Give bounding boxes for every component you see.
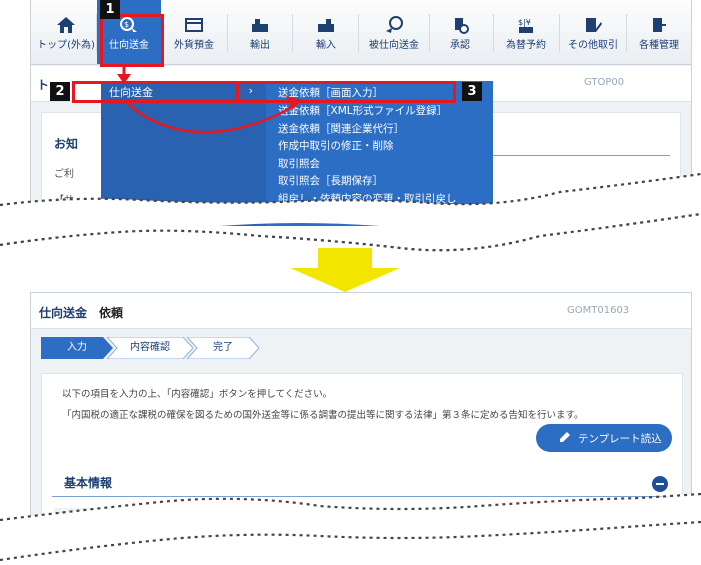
instruction-text: 以下の項目を入力の上、「内容確認」ボタンを押してください。 [62, 389, 333, 400]
manual-page: トップ(外為) $ 仕向送金 外貨預金 輸出 輸入 被仕向送金 承認 $|¥ 為… [0, 0, 701, 565]
step-complete: 完了 [187, 337, 259, 359]
notice-text: 【サ [54, 195, 74, 206]
svg-text:$|¥: $|¥ [518, 18, 531, 27]
nav-label: 外貨預金 [174, 40, 214, 51]
nav-item-export[interactable]: 輸出 [231, 0, 289, 64]
nav-item-fx-contract[interactable]: $|¥ 為替予約 [495, 0, 557, 64]
home-icon [57, 17, 75, 33]
nav-item-incoming-remittance[interactable]: 被仕向送金 [362, 0, 426, 64]
menu-item-transaction-inquiry[interactable]: 取引照会 [278, 156, 320, 171]
deposit-icon [185, 18, 203, 32]
nav-label: 輸入 [316, 40, 336, 51]
highlight-menu-category [72, 81, 239, 103]
page-header: 仕向送金 依頼 GOMT01603 [31, 293, 691, 329]
management-icon [653, 18, 666, 32]
section-title-basic-info: 基本情報 [64, 476, 113, 490]
approval-icon [455, 18, 469, 34]
nav-label: 為替予約 [506, 40, 546, 51]
nav-label: 承認 [450, 40, 470, 51]
progress-steps: 入力 内容確認 完了 [41, 337, 681, 367]
step-badge-3: 3 [462, 82, 482, 101]
menu-item-cancel-change-recall[interactable]: 組戻し・依頼内容の変更・取引引戻し [278, 191, 457, 206]
nav-label: その他取引 [568, 40, 618, 51]
step-confirm: 内容確認 [107, 337, 193, 359]
step-badge-1: 1 [100, 0, 120, 19]
fx-contract-icon: $|¥ [518, 18, 533, 33]
page-title: 依頼 [99, 306, 124, 320]
incoming-remittance-icon [386, 16, 403, 33]
bottom-screenshot: 仕向送金 依頼 GOMT01603 入力 内容確認 完了 以下の項目を入力の上、… [30, 292, 692, 532]
screen-code: GTOP00 [584, 77, 625, 88]
other-transactions-icon [586, 18, 602, 32]
remittance-menu: 仕向送金 › 送金依頼［画面入力］ 送金依頼［XML形式ファイル登録］ 送金依頼… [101, 81, 493, 229]
input-form-panel: 以下の項目を入力の上、「内容確認」ボタンを押してください。 「内国税の適正な課税… [41, 373, 683, 531]
collapse-minus-icon[interactable] [652, 476, 668, 492]
highlight-menu-item [236, 81, 456, 103]
nav-item-other-transactions[interactable]: その他取引 [562, 0, 624, 64]
nav-label: 被仕向送金 [369, 40, 419, 51]
breadcrumb-section: 仕向送金 [39, 306, 88, 320]
nav-item-management[interactable]: 各種管理 [629, 0, 689, 64]
export-icon [252, 19, 268, 32]
menu-item-remittance-request-xml[interactable]: 送金依頼［XML形式ファイル登録］ [278, 103, 447, 118]
import-icon [318, 19, 334, 32]
nav-label: 輸出 [250, 40, 270, 51]
step-badge-2: 2 [50, 82, 70, 101]
notice-text: ご利 [54, 169, 74, 180]
nav-item-foreign-deposit[interactable]: 外貨預金 [165, 0, 223, 64]
nav-item-approval[interactable]: 承認 [431, 0, 489, 64]
down-arrow-icon [290, 248, 400, 292]
menu-item-remittance-request-affiliate[interactable]: 送金依頼［関連企業代行］ [278, 121, 404, 136]
menu-item-transaction-inquiry-long-term[interactable]: 取引照会［長期保存］ [278, 173, 383, 188]
nav-item-top[interactable]: トップ(外為) [37, 0, 95, 64]
notice-text: 「内国税の適正な課税の確保を図るための国外送金等に係る調書の提出等に関する法律」… [62, 410, 584, 421]
step-input: 入力 [41, 337, 113, 359]
highlight-nav-remittance [100, 14, 164, 67]
pencil-icon [560, 432, 570, 442]
load-template-label: テンプレート読込 [578, 433, 662, 445]
nav-label: 各種管理 [639, 40, 679, 51]
load-template-button[interactable]: テンプレート読込 [536, 424, 672, 452]
page-title: ト [37, 78, 50, 92]
screen-code: GOMT01603 [567, 305, 630, 316]
menu-item-edit-delete-draft[interactable]: 作成中取引の修正・削除 [278, 138, 394, 153]
notice-title: お知 [54, 137, 79, 151]
field-label: 送金依頼 [54, 508, 99, 525]
nav-item-import[interactable]: 輸入 [297, 0, 355, 64]
menu-category-column: 仕向送金 › [101, 81, 266, 229]
nav-label: トップ(外為) [37, 40, 95, 51]
